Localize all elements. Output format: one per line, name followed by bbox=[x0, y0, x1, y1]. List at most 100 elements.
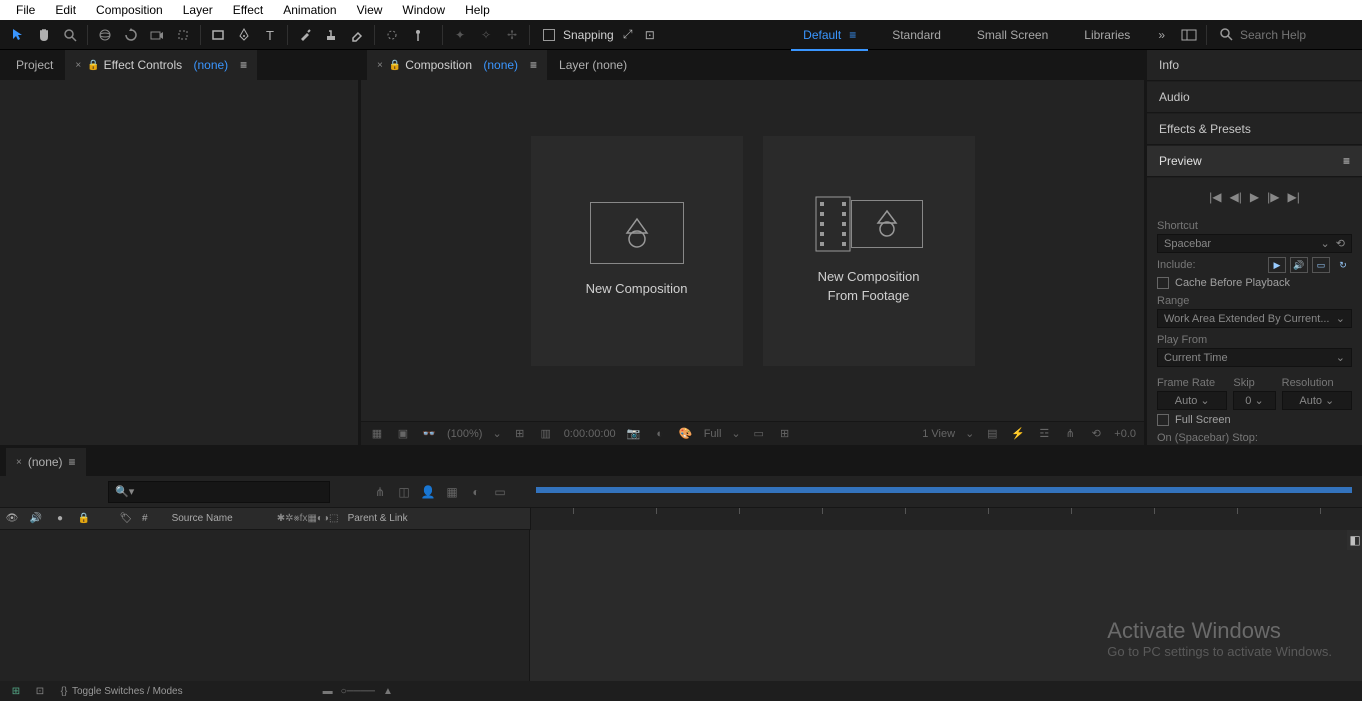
search-help-input[interactable] bbox=[1240, 28, 1350, 42]
shy-icon[interactable]: 👤 bbox=[420, 484, 436, 500]
workspace-reset-icon[interactable] bbox=[1175, 20, 1203, 50]
color-mgmt-icon[interactable]: 🎨 bbox=[678, 426, 694, 442]
menu-edit[interactable]: Edit bbox=[45, 1, 86, 19]
workspace-small-screen[interactable]: Small Screen bbox=[959, 20, 1066, 50]
comp-mini-flowchart-icon[interactable]: ⋔ bbox=[372, 484, 388, 500]
snap-edge-icon[interactable]: ⤢ bbox=[620, 27, 636, 43]
toggle-3d-icon[interactable]: 👓 bbox=[421, 426, 437, 442]
include-video-icon[interactable]: ▶ bbox=[1268, 257, 1286, 273]
toggle-mask-icon[interactable]: ▣ bbox=[395, 426, 411, 442]
snapping-checkbox[interactable] bbox=[541, 27, 557, 43]
graph-editor-icon[interactable]: ▭ bbox=[492, 484, 508, 500]
effect-controls-tab[interactable]: × 🔒 Effect Controls (none) ≡ bbox=[65, 50, 257, 80]
play-from-dropdown[interactable]: Current Time⌄ bbox=[1157, 348, 1352, 367]
preview-panel-header[interactable]: Preview≡ bbox=[1147, 146, 1362, 177]
timeline-track-area[interactable]: Activate Windows Go to PC settings to ac… bbox=[530, 530, 1362, 681]
prev-frame-button[interactable]: ◀| bbox=[1230, 190, 1242, 204]
panel-menu-icon[interactable]: ≡ bbox=[240, 58, 247, 72]
parent-link-col-header[interactable]: Parent & Link bbox=[348, 513, 408, 524]
toggle-in-out-icon[interactable]: {} bbox=[56, 683, 72, 699]
new-composition-card[interactable]: New Composition bbox=[531, 136, 743, 366]
selection-tool[interactable] bbox=[6, 23, 30, 47]
orbit-tool[interactable] bbox=[93, 23, 117, 47]
puppet-pin-tool[interactable] bbox=[406, 23, 430, 47]
index-col-header[interactable]: # bbox=[142, 513, 148, 524]
menu-file[interactable]: File bbox=[6, 1, 45, 19]
lock-icon[interactable]: 🔒 bbox=[87, 60, 99, 71]
audio-panel-header[interactable]: Audio bbox=[1147, 82, 1362, 113]
workspace-standard[interactable]: Standard bbox=[874, 20, 959, 50]
workspace-libraries[interactable]: Libraries bbox=[1066, 20, 1148, 50]
snap-collapse-icon[interactable]: ⊡ bbox=[642, 27, 658, 43]
clone-stamp-tool[interactable] bbox=[319, 23, 343, 47]
zoom-dropdown[interactable]: (100%) bbox=[447, 428, 482, 440]
toggle-switches-modes-button[interactable]: Toggle Switches / Modes bbox=[72, 686, 183, 697]
fast-preview-icon[interactable]: ⚡ bbox=[1010, 426, 1026, 442]
hand-tool[interactable] bbox=[32, 23, 56, 47]
next-frame-button[interactable]: |▶ bbox=[1267, 190, 1279, 204]
view-axis-icon[interactable]: ✢ bbox=[500, 23, 524, 47]
local-axis-icon[interactable]: ✦ bbox=[448, 23, 472, 47]
resolution-icon[interactable]: ⊞ bbox=[512, 426, 528, 442]
close-tab-icon[interactable]: × bbox=[377, 60, 383, 71]
shortcut-dropdown[interactable]: Spacebar⌄ ⟲ bbox=[1157, 234, 1352, 253]
exposure-value[interactable]: +0.0 bbox=[1114, 428, 1136, 440]
timeline-marker-icon[interactable]: ◧ bbox=[1347, 530, 1362, 550]
menu-effect[interactable]: Effect bbox=[223, 1, 273, 19]
roi-icon[interactable]: ▭ bbox=[751, 426, 767, 442]
info-panel-header[interactable]: Info bbox=[1147, 50, 1362, 81]
resolution-dropdown[interactable]: Auto ⌄ bbox=[1282, 391, 1352, 410]
pixel-aspect-icon[interactable]: ▤ bbox=[984, 426, 1000, 442]
include-overlays-icon[interactable]: ▭ bbox=[1312, 257, 1330, 273]
current-time-display[interactable]: 0:00:00:00 bbox=[564, 428, 616, 440]
timeline-ruler[interactable] bbox=[530, 508, 1362, 530]
world-axis-icon[interactable]: ✧ bbox=[474, 23, 498, 47]
draft-3d-icon[interactable]: ◫ bbox=[396, 484, 412, 500]
motion-blur-icon[interactable]: ◐ bbox=[468, 484, 484, 500]
reset-exposure-icon[interactable]: ⟲ bbox=[1088, 426, 1104, 442]
roto-brush-tool[interactable] bbox=[380, 23, 404, 47]
effects-presets-header[interactable]: Effects & Presets bbox=[1147, 114, 1362, 145]
menu-layer[interactable]: Layer bbox=[173, 1, 223, 19]
zoom-out-icon[interactable]: ▬ bbox=[323, 686, 333, 697]
source-name-col-header[interactable]: Source Name bbox=[172, 513, 292, 524]
timeline-tab[interactable]: × (none) ≡ bbox=[6, 448, 86, 476]
timeline-search-input[interactable]: 🔍▾ bbox=[108, 481, 330, 503]
menu-animation[interactable]: Animation bbox=[273, 1, 346, 19]
work-area-bar[interactable] bbox=[536, 487, 1352, 493]
solo-col-icon[interactable]: ● bbox=[52, 511, 68, 527]
video-col-icon[interactable]: 👁 bbox=[4, 511, 20, 527]
zoom-tool[interactable] bbox=[58, 23, 82, 47]
workspace-overflow-icon[interactable]: » bbox=[1148, 20, 1175, 50]
play-button[interactable]: ▶ bbox=[1250, 190, 1259, 204]
toggle-transfer-icon[interactable]: ⊡ bbox=[32, 683, 48, 699]
menu-composition[interactable]: Composition bbox=[86, 1, 173, 19]
first-frame-button[interactable]: |◀ bbox=[1209, 190, 1221, 204]
zoom-in-icon[interactable]: ▲ bbox=[383, 686, 393, 697]
project-tab[interactable]: Project bbox=[6, 50, 63, 80]
brush-tool[interactable] bbox=[293, 23, 317, 47]
resolution-dropdown[interactable]: Full bbox=[704, 428, 722, 440]
camera-tool[interactable] bbox=[145, 23, 169, 47]
timeline-icon[interactable]: ☲ bbox=[1036, 426, 1052, 442]
layer-tab[interactable]: Layer (none) bbox=[549, 50, 637, 80]
rotation-tool[interactable] bbox=[119, 23, 143, 47]
new-composition-from-footage-card[interactable]: New CompositionFrom Footage bbox=[763, 136, 975, 366]
rectangle-tool[interactable] bbox=[206, 23, 230, 47]
panel-menu-icon[interactable]: ≡ bbox=[530, 58, 537, 72]
view-layout-dropdown[interactable]: 1 View bbox=[922, 428, 955, 440]
panel-menu-icon[interactable]: ≡ bbox=[1343, 154, 1350, 168]
range-dropdown[interactable]: Work Area Extended By Current...⌄ bbox=[1157, 309, 1352, 328]
skip-dropdown[interactable]: 0 ⌄ bbox=[1233, 391, 1275, 410]
toggle-alpha-icon[interactable]: ▦ bbox=[369, 426, 385, 442]
type-tool[interactable]: T bbox=[258, 23, 282, 47]
frame-rate-dropdown[interactable]: Auto ⌄ bbox=[1157, 391, 1227, 410]
menu-help[interactable]: Help bbox=[455, 1, 500, 19]
timeline-layer-list[interactable] bbox=[0, 530, 530, 681]
include-loop-icon[interactable]: ↻ bbox=[1334, 257, 1352, 273]
pan-behind-tool[interactable] bbox=[171, 23, 195, 47]
cache-checkbox[interactable]: Cache Before Playback bbox=[1157, 277, 1352, 289]
label-col-icon[interactable]: 🏷 bbox=[118, 511, 134, 527]
show-channel-icon[interactable]: ◐ bbox=[652, 426, 668, 442]
audio-col-icon[interactable]: 🔊 bbox=[28, 511, 44, 527]
